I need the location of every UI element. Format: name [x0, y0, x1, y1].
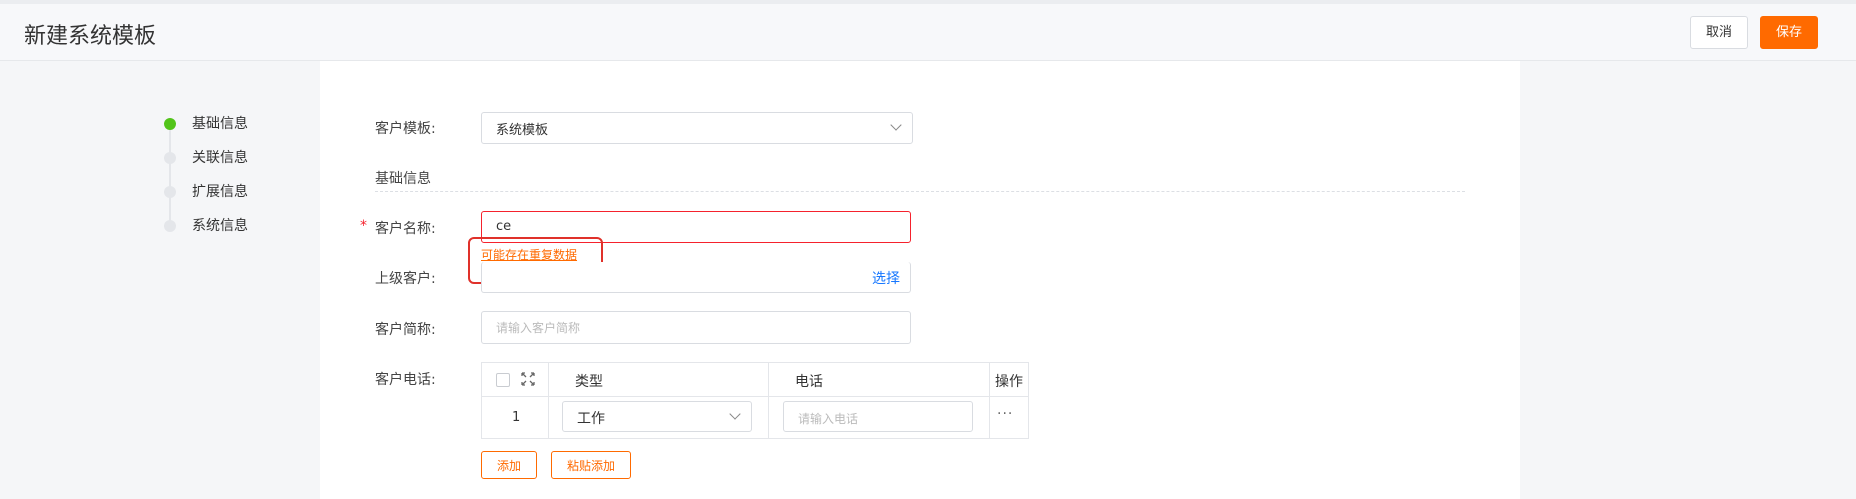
step-dot-icon: [164, 118, 176, 130]
phone-type-select[interactable]: 工作: [562, 401, 752, 432]
parent-customer-input[interactable]: 选择: [481, 262, 911, 293]
more-actions-icon[interactable]: ···: [997, 406, 1013, 422]
column-divider: [989, 363, 990, 438]
row-index: 1: [512, 410, 521, 425]
page-title: 新建系统模板: [24, 24, 157, 49]
column-header-type: 类型: [575, 374, 603, 390]
column-divider: [768, 363, 769, 438]
column-header-phone: 电话: [795, 374, 823, 390]
add-phone-button[interactable]: 添加: [481, 451, 537, 479]
save-button[interactable]: 保存: [1760, 16, 1818, 49]
table-header-row: 类型 电话 操作: [482, 363, 1028, 397]
step-dot-icon: [164, 186, 176, 198]
template-label: 客户模板:: [375, 121, 436, 137]
select-all-checkbox[interactable]: [496, 373, 510, 387]
template-select[interactable]: 系统模板: [481, 112, 913, 144]
template-select-value: 系统模板: [496, 123, 549, 138]
section-divider: [375, 191, 1465, 192]
customer-name-label: 客户名称:: [375, 221, 436, 237]
section-title: 基础信息: [375, 171, 431, 187]
column-header-actions: 操作: [995, 374, 1023, 390]
expand-icon[interactable]: [520, 371, 536, 387]
phone-label: 客户电话:: [375, 372, 436, 388]
column-divider: [548, 363, 549, 438]
steps-connector: [169, 128, 171, 228]
short-name-placeholder: 请输入客户简称: [496, 321, 581, 335]
phone-placeholder: 请输入电话: [798, 412, 859, 426]
customer-name-value: ce: [496, 219, 512, 234]
page-header: 新建系统模板 取消 保存: [0, 4, 1856, 61]
paste-add-button[interactable]: 粘贴添加: [551, 451, 631, 479]
chevron-down-icon: [729, 408, 741, 420]
step-label: 关联信息: [192, 150, 248, 166]
step-label: 扩展信息: [192, 184, 248, 200]
step-dot-icon: [164, 220, 176, 232]
cancel-button[interactable]: 取消: [1690, 16, 1748, 49]
step-label: 系统信息: [192, 218, 248, 234]
required-mark: *: [360, 218, 367, 234]
chevron-down-icon: [890, 119, 902, 131]
step-dot-icon: [164, 152, 176, 164]
phone-type-value: 工作: [577, 411, 605, 427]
phone-table: 类型 电话 操作 1 工作 请输入电话 ···: [481, 362, 1029, 439]
parent-customer-label: 上级客户:: [375, 271, 436, 287]
phone-number-input[interactable]: 请输入电话: [783, 401, 973, 432]
short-name-input[interactable]: 请输入客户简称: [481, 311, 911, 344]
short-name-label: 客户简称:: [375, 322, 436, 338]
step-label: 基础信息: [192, 116, 248, 132]
select-parent-link[interactable]: 选择: [872, 268, 900, 288]
